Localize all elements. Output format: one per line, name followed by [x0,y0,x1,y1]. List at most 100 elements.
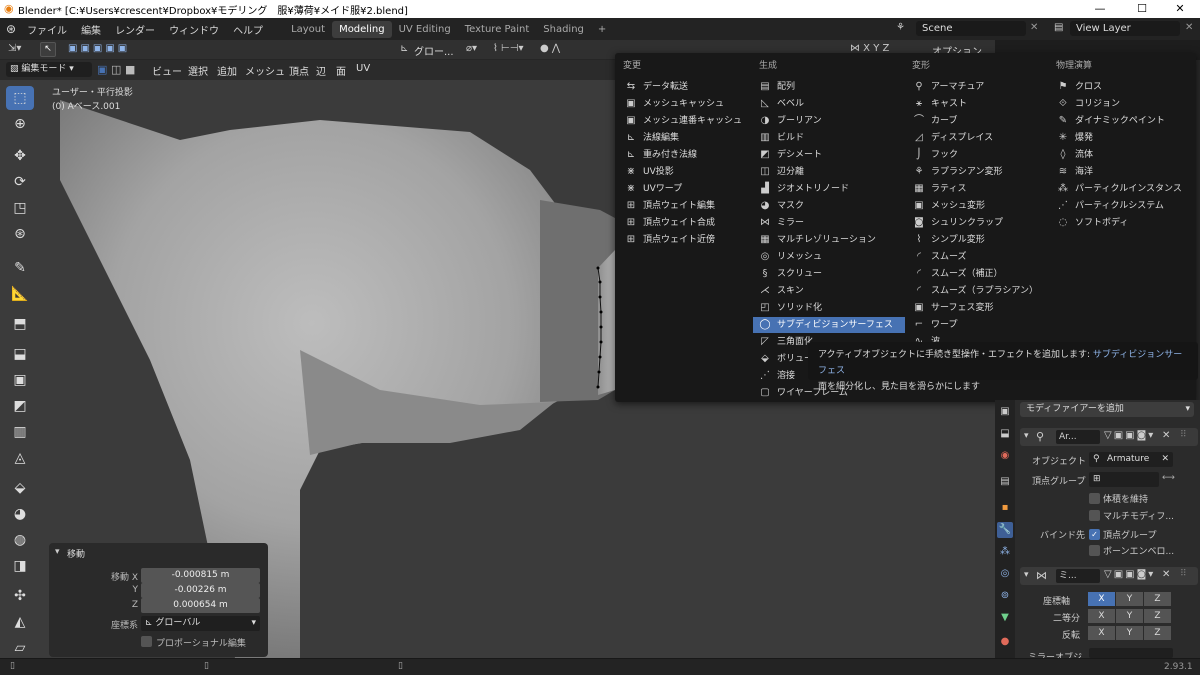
menu-item-multiresolution[interactable]: ▦ マルチレゾリューション [753,232,905,248]
menu-item-edge-split[interactable]: ◫ 辺分離 [753,164,905,180]
measure-tool-icon[interactable]: 📐 [6,282,34,306]
render-tab-icon[interactable]: ▣ [997,404,1013,420]
scene-field[interactable]: Scene [916,21,1026,36]
collapse-icon[interactable]: ▾ [1024,431,1029,441]
mirror-modifier-header[interactable]: ▾ ⋈ ミ... ▽▣▣◙▾ ✕ ⠿ [1020,567,1198,585]
scene-close-icon[interactable]: ✕ [1030,22,1038,33]
shrink-tool-icon[interactable]: ✣ [6,584,34,608]
flip-x-toggle[interactable]: X [1088,626,1115,640]
bisect-y-toggle[interactable]: Y [1116,609,1143,623]
menu-view[interactable]: ビュー [152,63,182,78]
menu-item-explode[interactable]: ✳ 爆発 [1051,130,1191,146]
output-tab-icon[interactable]: ⬓ [997,426,1013,442]
transform-orientation-field[interactable]: グロー... [414,43,454,58]
menu-item-curve[interactable]: ⌒ カーブ [907,113,1047,129]
move-y-field[interactable]: -0.00226 m [141,583,260,598]
modifier-display-icons[interactable]: ▽▣▣◙▾ [1104,569,1155,580]
menu-item-mesh-seq-cache[interactable]: ▣ メッシュ連番キャッシュ [619,113,749,129]
tab-uv-editing[interactable]: UV Editing [392,21,458,38]
menu-item-surface-deform[interactable]: ▣ サーフェス変形 [907,300,1047,316]
drag-handle-icon[interactable]: ⠿ [1180,569,1187,579]
menu-item-mask[interactable]: ◕ マスク [753,198,905,214]
axis-y-toggle[interactable]: Y [1116,592,1143,606]
menu-add[interactable]: 追加 [217,63,237,78]
select-cursor-icon[interactable]: ↖ [40,42,56,57]
object-tab-icon[interactable]: ▪ [997,500,1013,516]
menu-item-smooth-corrective[interactable]: ◜ スムーズ（補正） [907,266,1047,282]
orientation-icon[interactable]: ⊾ [400,43,408,54]
knife-tool-icon[interactable]: ◬ [6,446,34,470]
menu-item-armature[interactable]: ⚲ アーマチュア [907,79,1047,95]
bisect-z-toggle[interactable]: Z [1144,609,1171,623]
collapse-icon[interactable]: ▾ [1024,570,1029,580]
transform-tool-icon[interactable]: ⊛ [6,222,34,246]
menu-item-collision[interactable]: ⟐ コリジョン [1051,96,1191,112]
menu-item-particle-instance[interactable]: ⁂ パーティクルインスタンス [1051,181,1191,197]
flip-z-toggle[interactable]: Z [1144,626,1171,640]
cursor-tool-icon[interactable]: ⊕ [6,112,34,136]
menu-item-array[interactable]: ▤ 配列 [753,79,905,95]
add-modifier-dropdown[interactable]: モディファイアーを追加 ▾ [1020,402,1194,417]
menu-item-smooth-laplacian[interactable]: ◜ スムーズ（ラプラシアン） [907,283,1047,299]
close-window-button[interactable]: ✕ [1160,0,1200,18]
vertex-select-icon[interactable]: ▣ [97,63,107,76]
menu-face[interactable]: 面 [336,63,346,78]
menu-item-displace[interactable]: ◿ ディスプレイス [907,130,1047,146]
proportional-edit-checkbox[interactable] [141,636,152,647]
scene-icon[interactable]: ⚘ [896,22,905,33]
coord-system-dropdown[interactable]: ⊾ グローバル ▾ [141,616,260,631]
add-cube-tool-icon[interactable]: ⬒ [6,312,34,336]
transform-tool-icon[interactable]: ⇲▾ [8,43,21,54]
menu-item-normal-edit[interactable]: ⊾ 法線編集 [619,130,749,146]
menu-item-data-transfer[interactable]: ⇆ データ転送 [619,79,749,95]
menu-item-simple-deform[interactable]: ⌇ シンプル変形 [907,232,1047,248]
menu-item-vertex-weight-proximity[interactable]: ⊞ 頂点ウェイト近傍 [619,232,749,248]
bind-vertex-group-checkbox[interactable]: ✓ [1089,529,1100,540]
tab-layout[interactable]: Layout [284,21,332,38]
mode-dropdown[interactable]: ▧ 編集モード ▾ [6,62,92,77]
material-tab-icon[interactable]: ● [997,634,1013,650]
data-tab-icon[interactable]: ▼ [997,610,1013,626]
poly-build-tool-icon[interactable]: ⬙ [6,476,34,500]
inset-tool-icon[interactable]: ▣ [6,368,34,392]
view-layer-icon[interactable]: ▤ [1054,22,1063,33]
menu-window[interactable]: ウィンドウ [162,22,226,37]
menu-select[interactable]: 選択 [188,63,208,78]
mirror-modifier-name[interactable]: ミ... [1056,569,1100,583]
menu-item-vertex-weight-edit[interactable]: ⊞ 頂点ウェイト編集 [619,198,749,214]
menu-item-subdivision-surface[interactable]: ◯ サブディビジョンサーフェス [753,317,905,333]
menu-item-laplacian-deform[interactable]: ⚘ ラプラシアン変形 [907,164,1047,180]
menu-vertex[interactable]: 頂点 [289,63,309,78]
constraints-tab-icon[interactable]: ⊚ [997,588,1013,604]
axis-x-toggle[interactable]: X [1088,592,1115,606]
rotate-tool-icon[interactable]: ⟳ [6,170,34,194]
menu-item-hook[interactable]: ⌡ フック [907,147,1047,163]
edge-slide-tool-icon[interactable]: ◨ [6,554,34,578]
menu-item-uv-warp[interactable]: ⋇ UVワープ [619,181,749,197]
menu-item-smooth[interactable]: ◜ スムーズ [907,249,1047,265]
menu-item-dynamic-paint[interactable]: ✎ ダイナミックペイント [1051,113,1191,129]
menu-item-weighted-normal[interactable]: ⊾ 重み付き法線 [619,147,749,163]
menu-uv[interactable]: UV [356,63,370,74]
pivot-icon[interactable]: ⌀▾ [466,43,477,54]
particles-tab-icon[interactable]: ⁂ [997,544,1013,560]
menu-item-shrinkwrap[interactable]: ◙ シュリンクラップ [907,215,1047,231]
menu-item-fluid[interactable]: ◊ 流体 [1051,147,1191,163]
extrude-tool-icon[interactable]: ⬓ [6,342,34,366]
menu-item-mesh-cache[interactable]: ▣ メッシュキャッシュ [619,96,749,112]
menu-help[interactable]: ヘルプ [226,22,270,37]
menu-item-mesh-deform[interactable]: ▣ メッシュ変形 [907,198,1047,214]
menu-item-build[interactable]: ▥ ビルド [753,130,905,146]
axis-z-toggle[interactable]: Z [1144,592,1171,606]
armature-object-field[interactable]: ⚲ Armature ✕ [1089,452,1173,467]
preserve-volume-checkbox[interactable] [1089,493,1100,504]
menu-item-cast[interactable]: ⚹ キャスト [907,96,1047,112]
proportional-icon[interactable]: ● ⋀ [540,43,560,54]
modifier-remove-icon[interactable]: ✕ [1162,569,1170,580]
menu-file[interactable]: ファイル [20,22,74,37]
armature-modifier-name[interactable]: Ar... [1056,430,1100,444]
blender-menu-icon[interactable]: ⊛ [6,22,16,36]
modifier-display-icons[interactable]: ▽▣▣◙▾ [1104,430,1155,441]
drag-handle-icon[interactable]: ⠿ [1180,430,1187,440]
rip-tool-icon[interactable]: ▱ [6,636,34,660]
